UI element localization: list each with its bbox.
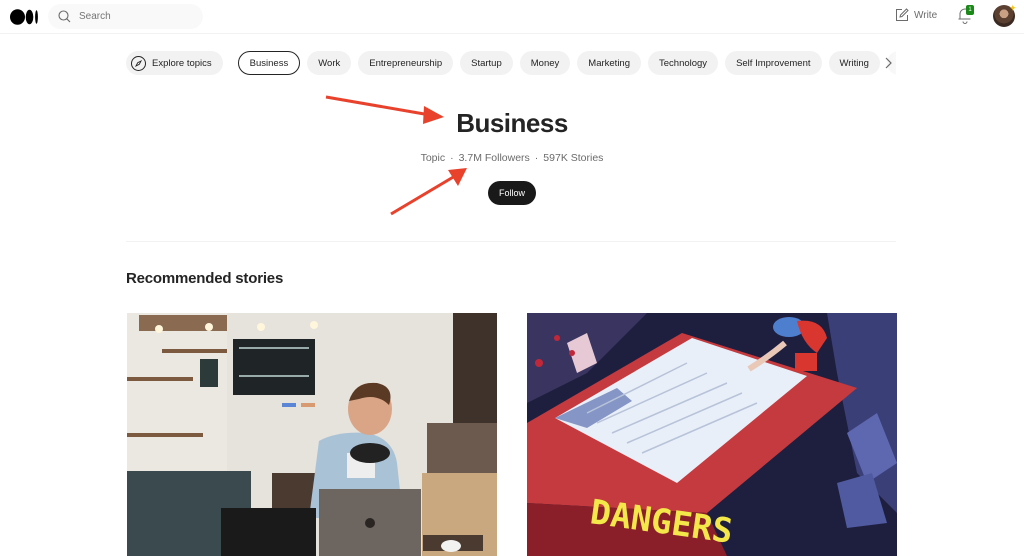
separator: · <box>450 152 454 164</box>
section-divider <box>126 241 896 242</box>
topic-chips-row: Explore topics Business Work Entrepreneu… <box>126 51 896 75</box>
topic-chip-money[interactable]: Money <box>519 51 571 75</box>
topic-chip-self-improvement[interactable]: Self Improvement <box>725 51 822 75</box>
user-avatar[interactable]: ✦ <box>993 3 1017 27</box>
compass-icon <box>131 55 146 71</box>
medium-logo-icon[interactable] <box>10 9 39 25</box>
top-navigation-bar: Write 1 ✦ <box>0 0 1024 34</box>
follow-button[interactable]: Follow <box>488 181 536 205</box>
explore-topics-chip[interactable]: Explore topics <box>126 51 223 75</box>
topic-title: Business <box>456 108 568 138</box>
search-icon <box>58 10 71 23</box>
annotation-arrow-followers <box>390 168 467 216</box>
membership-star-icon: ✦ <box>1009 3 1017 13</box>
recommended-stories-heading: Recommended stories <box>126 270 284 287</box>
notification-badge: 1 <box>966 5 974 15</box>
separator: · <box>534 152 539 164</box>
stories-count: 597K Stories <box>543 152 604 164</box>
cafe-photo <box>127 313 497 556</box>
followers-count: 3.7M Followers <box>458 152 530 164</box>
write-icon <box>896 8 909 21</box>
search-bar[interactable] <box>48 4 203 29</box>
story-image-cafe[interactable] <box>127 313 497 556</box>
story-image-dangers[interactable]: DANGERS <box>527 313 897 556</box>
topic-chip-work[interactable]: Work <box>307 51 352 75</box>
topic-chip-marketing[interactable]: Marketing <box>577 51 641 75</box>
topic-chip-startup[interactable]: Startup <box>460 51 513 75</box>
topic-type: Topic <box>420 152 446 164</box>
topic-chip-technology[interactable]: Technology <box>648 51 719 75</box>
explore-topics-label: Explore topics <box>152 57 212 69</box>
dangers-illustration: DANGERS <box>527 313 897 556</box>
notifications-button[interactable]: 1 <box>957 5 975 24</box>
chevron-right-icon[interactable] <box>881 56 895 70</box>
topic-chip-entrepreneurship[interactable]: Entrepreneurship <box>358 51 454 75</box>
topic-meta: Topic · 3.7M Followers · 597K Stories <box>0 152 1024 164</box>
topic-chip-business[interactable]: Business <box>237 51 301 75</box>
search-input[interactable] <box>79 11 189 22</box>
write-label: Write <box>914 9 938 21</box>
topic-chip-writing[interactable]: Writing <box>828 51 880 75</box>
write-button[interactable]: Write <box>895 8 937 22</box>
